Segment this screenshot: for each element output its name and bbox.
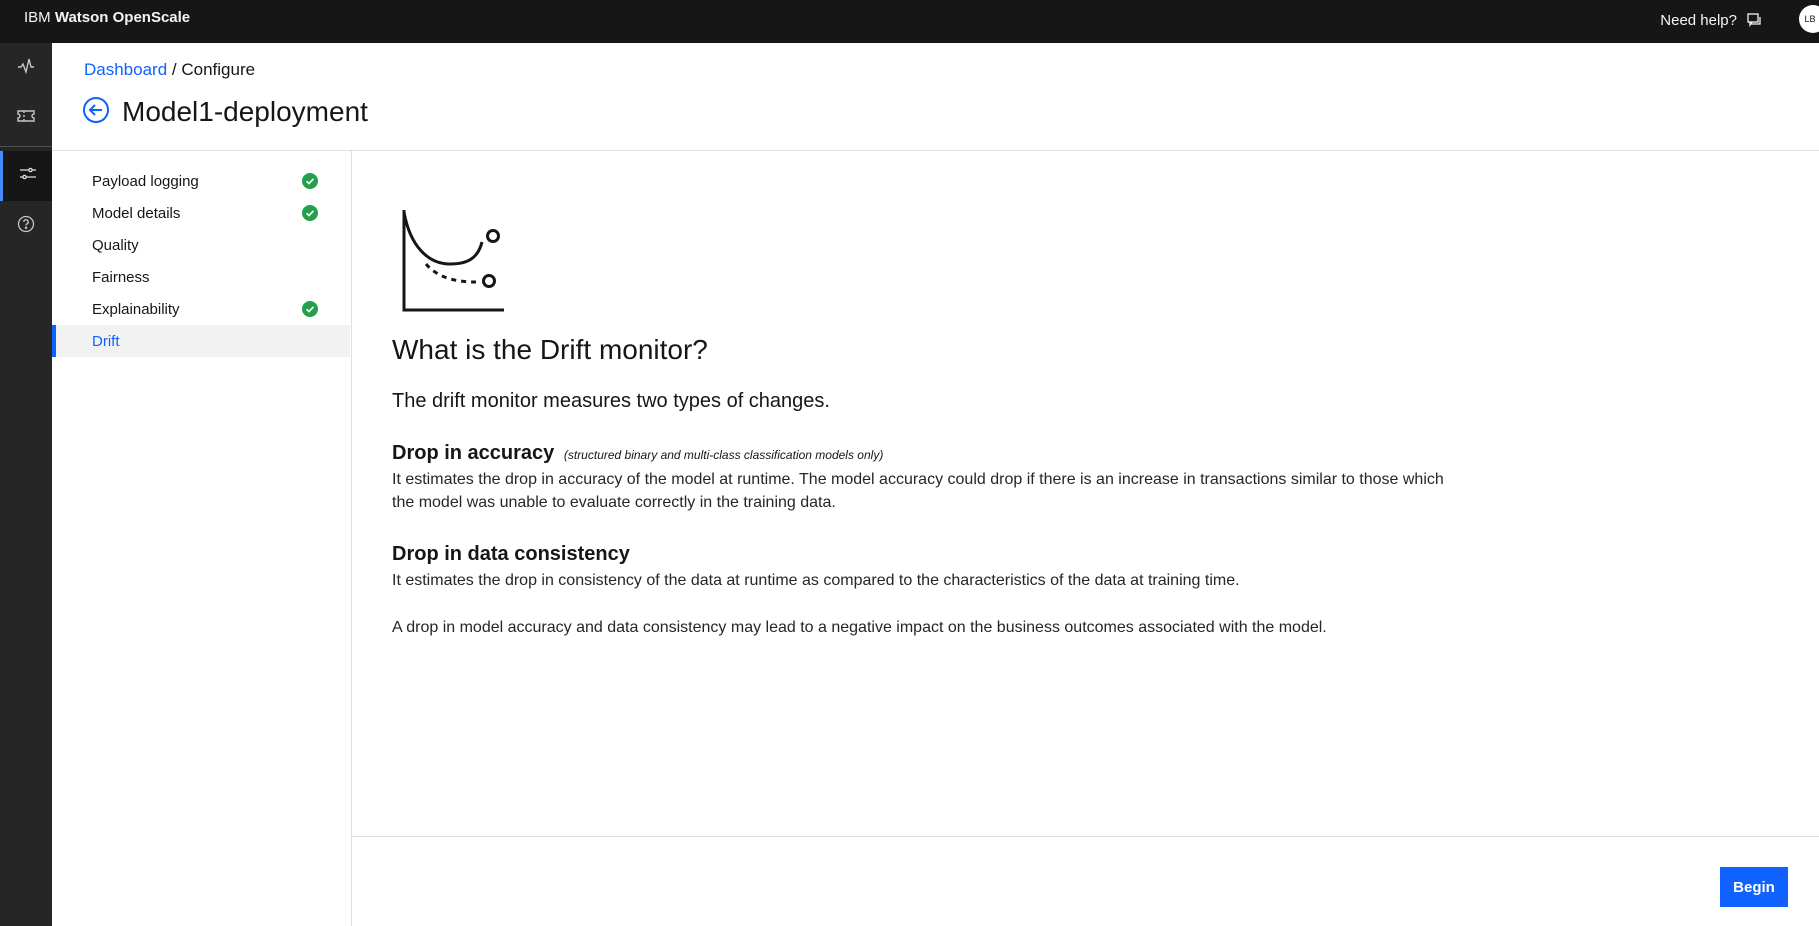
drift-heading: What is the Drift monitor? — [392, 334, 708, 365]
breadcrumb-separator: / — [171, 60, 177, 79]
sidenav-item-payload-logging[interactable]: Payload logging — [52, 165, 350, 197]
drift-illustration — [398, 206, 508, 321]
sidenav-item-explainability[interactable]: Explainability — [52, 293, 350, 325]
app-brand[interactable]: IBM Watson OpenScale — [24, 0, 190, 36]
config-sidenav: Payload logging Model details Quality Fa… — [52, 151, 352, 926]
rail-divider — [0, 146, 52, 147]
brand-name: Watson OpenScale — [54, 9, 191, 26]
section-consistency-body: It estimates the drop in consistency of … — [392, 572, 1240, 589]
sidenav-item-label: Fairness — [92, 268, 150, 286]
need-help-label: Need help? — [1660, 11, 1737, 29]
sidenav-item-label: Model details — [92, 204, 181, 222]
sidenav-item-model-details[interactable]: Model details — [52, 197, 350, 229]
begin-button[interactable]: Begin — [1720, 867, 1788, 907]
arrow-left-circle-icon — [82, 96, 110, 129]
sidenav-item-fairness[interactable]: Fairness — [52, 261, 350, 293]
section-accuracy-note: (structured binary and multi-class class… — [563, 448, 884, 462]
breadcrumb-current: Configure — [181, 60, 256, 79]
rail-item-insights[interactable] — [0, 43, 52, 93]
page-title: Model1-deployment — [122, 96, 368, 127]
rail-item-help[interactable] — [0, 201, 52, 251]
checkmark-filled-icon — [302, 173, 318, 189]
section-accuracy-heading: Drop in accuracy — [392, 442, 555, 464]
sidenav-item-quality[interactable]: Quality — [52, 229, 350, 261]
top-header: IBM Watson OpenScale Need help? LB — [0, 0, 1819, 43]
ticket-icon — [17, 107, 35, 130]
need-help-button[interactable]: Need help? — [1660, 0, 1763, 40]
section-accuracy-body: It estimates the drop in accuracy of the… — [392, 471, 1444, 511]
drift-closing-text: A drop in model accuracy and data consis… — [392, 619, 1327, 636]
user-avatar[interactable]: LB — [1799, 5, 1819, 33]
sidenav-item-label: Explainability — [92, 300, 180, 318]
settings-sliders-icon — [19, 165, 37, 188]
breadcrumb: Dashboard / Configure — [84, 60, 255, 80]
checkmark-filled-icon — [302, 301, 318, 317]
sidenav-item-label: Quality — [92, 236, 139, 254]
left-rail — [0, 43, 52, 926]
footer-divider — [352, 836, 1819, 837]
help-circle-icon — [17, 215, 35, 238]
section-accuracy-title: Drop in accuracy (structured binary and … — [392, 442, 883, 465]
title-row: Model1-deployment — [82, 96, 368, 128]
sidenav-item-drift[interactable]: Drift — [52, 325, 350, 357]
checkmark-filled-icon — [302, 205, 318, 221]
activity-icon — [17, 57, 35, 80]
brand-prefix: IBM — [24, 9, 51, 26]
drift-intro: The drift monitor measures two types of … — [392, 390, 830, 412]
section-consistency-title: Drop in data consistency — [392, 543, 630, 565]
sidenav-item-label: Drift — [92, 332, 120, 350]
rail-item-alerts[interactable] — [0, 93, 52, 143]
back-button[interactable] — [82, 96, 110, 129]
rail-item-configure[interactable] — [0, 151, 52, 201]
chat-icon — [1747, 12, 1763, 28]
sidenav-item-label: Payload logging — [92, 172, 199, 190]
breadcrumb-dashboard-link[interactable]: Dashboard — [84, 60, 167, 79]
